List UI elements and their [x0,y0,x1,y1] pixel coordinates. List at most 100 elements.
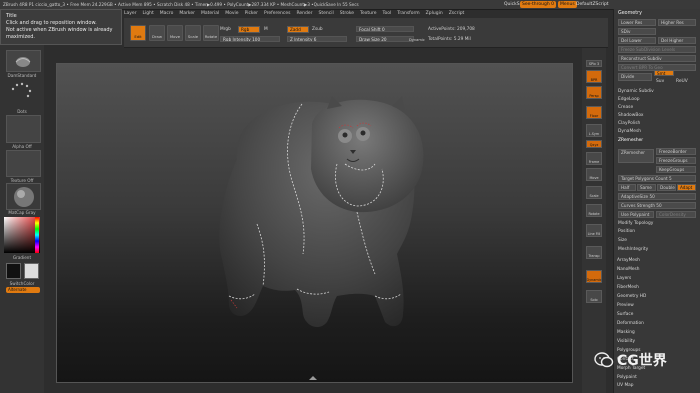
target-polygons-slider[interactable]: Target Polygons Count 5 [618,175,696,182]
rgb-toggle[interactable]: Rgb [238,26,260,33]
floor-button[interactable]: Floor [586,106,602,119]
scale-button[interactable]: Scale [185,25,201,41]
default-zscript-button[interactable]: DefaultZScript [576,2,609,7]
material-thumbnail[interactable] [6,183,41,210]
subpalette-item[interactable]: Preview [617,303,687,308]
shadowbox-item[interactable]: ShadowBox [618,113,644,118]
alpha-thumbnail[interactable] [6,115,41,143]
menu-item[interactable]: Tool [383,11,392,16]
freeze-groups-toggle[interactable]: FreezeGroups [656,157,696,164]
canvas-viewport[interactable] [56,63,573,383]
transp-button[interactable]: Transp [586,246,602,259]
subpalette-item[interactable]: ArrayMesh [617,258,687,263]
suv-toggle[interactable]: Suv [656,79,664,84]
dynamic-subdiv-item[interactable]: Dynamic Subdiv [618,89,654,94]
position-item[interactable]: Position [618,229,635,234]
menu-item[interactable]: Preferences [264,11,290,16]
adapt-button[interactable]: Adapt [677,184,696,191]
secondary-color-swatch[interactable] [24,263,39,279]
subpalette-item[interactable]: Polypaint [617,375,687,380]
menu-item[interactable]: Stroke [340,11,354,16]
zremesher-section[interactable]: ZRemesher [618,138,643,143]
menu-item[interactable]: Stencil [318,11,333,16]
reconstruct-subdiv-button[interactable]: Reconstruct Subdiv [618,55,696,62]
menu-item[interactable]: Picker [245,11,258,16]
scale-view-button[interactable]: Scale [586,186,602,199]
menu-item[interactable]: Movie [225,11,238,16]
subpalette-item[interactable]: Geometry HD [617,294,687,299]
keep-groups-toggle[interactable]: KeepGroups [656,166,696,173]
menu-item[interactable]: Layer [124,11,137,16]
smt-toggle[interactable]: Smt [654,70,674,76]
menu-item[interactable]: Macro [160,11,174,16]
zsub-toggle[interactable]: Zsub [312,27,323,32]
draw-size-slider[interactable]: Draw Size 20 [356,36,414,42]
rotate-view-button[interactable]: Rotate [586,204,602,217]
brush-thumbnail[interactable] [6,50,41,72]
line-fill-button[interactable]: Line Fill [586,224,602,237]
higher-res-button[interactable]: Higher Res [658,19,696,26]
m-toggle[interactable]: M [264,27,268,32]
rotate-button[interactable]: Rotate [203,25,219,41]
adaptive-size-slider[interactable]: AdaptiveSize 50 [618,193,696,200]
menu-item[interactable]: Zplugin [426,11,443,16]
see-through-slider[interactable]: See-through 0 [520,1,556,8]
double-button[interactable]: Double [657,184,676,191]
subpalette-item[interactable]: FiberMesh [617,285,687,290]
alternate-button[interactable]: Alternate [6,287,40,293]
menu-item[interactable]: Zscript [449,11,465,16]
subpalette-item[interactable]: Masking [617,330,687,335]
subpalette-item[interactable]: Visibility [617,339,687,344]
persp-button[interactable]: Persp [586,86,602,99]
zadd-toggle[interactable]: Zadd [287,26,309,33]
menu-item[interactable]: Render [296,11,312,16]
main-color-swatch[interactable] [6,263,21,279]
same-button[interactable]: Same [637,184,656,191]
stroke-thumbnail[interactable] [6,79,41,109]
lsym-button[interactable]: L.Sym [586,124,602,137]
spix-button[interactable]: SPix 3 [586,60,602,67]
menu-item[interactable]: Transform [397,11,419,16]
menu-item[interactable]: Material [201,11,219,16]
use-polypaint-toggle[interactable]: Use Polypaint [618,211,654,218]
solo-button[interactable]: Solo [586,290,602,303]
modify-topology-item[interactable]: Modify Topology [618,221,653,226]
edgeloop-item[interactable]: EdgeLoop [618,97,640,102]
mrgb-toggle[interactable]: Mrgb [220,27,231,32]
divide-button[interactable]: Divide [618,73,652,81]
size-item[interactable]: Size [618,238,627,243]
geometry-header[interactable]: Geometry [618,11,642,16]
texture-thumbnail[interactable] [6,150,41,177]
del-lower-button[interactable]: Del Lower [618,37,656,44]
qxyz-button[interactable]: Qxyz [586,140,602,148]
menu-item[interactable]: Marker [179,11,195,16]
curves-strength-slider[interactable]: Curves Strength 50 [618,202,696,209]
edit-button[interactable]: Edit [130,25,146,41]
subpalette-item[interactable]: UV Map [617,383,687,388]
del-higher-button[interactable]: Del Higher [658,37,696,44]
mesh-integrity-item[interactable]: MeshIntegrity [618,247,648,252]
draw-button[interactable]: Draw [149,25,165,41]
color-density-slider[interactable]: ColorDensity [656,211,696,218]
subpalette-item[interactable]: NanoMesh [617,267,687,272]
menu-item[interactable]: Texture [360,11,376,16]
half-button[interactable]: Half [618,184,636,191]
claypolish-item[interactable]: ClayPolish [618,121,640,126]
z-intensity-slider[interactable]: Z Intensity 6 [287,36,347,42]
freeze-subdiv-button[interactable]: Freeze SubDivision Levels [618,46,696,53]
subpalette-item[interactable]: Surface [617,312,687,317]
zremesher-button[interactable]: ZRemesher [618,149,654,163]
color-picker[interactable] [4,217,40,253]
frame-button[interactable]: Frame [586,152,602,165]
lower-res-button[interactable]: Lower Res [618,19,656,26]
crease-item[interactable]: Crease [618,105,633,110]
dynamic-toggle[interactable]: Dynamic [409,38,425,42]
freeze-border-toggle[interactable]: FreezeBorder [656,148,696,155]
focal-shift-slider[interactable]: Focal Shift 0 [356,26,414,32]
subpalette-item[interactable]: Deformation [617,321,687,326]
dynamesh-item[interactable]: DynaMesh [618,129,641,134]
move-button[interactable]: Move [167,25,183,41]
bpr-button[interactable]: BPR [586,70,602,83]
sdiv-slider[interactable]: SDiv [618,28,656,35]
move-view-button[interactable]: Move [586,168,602,181]
